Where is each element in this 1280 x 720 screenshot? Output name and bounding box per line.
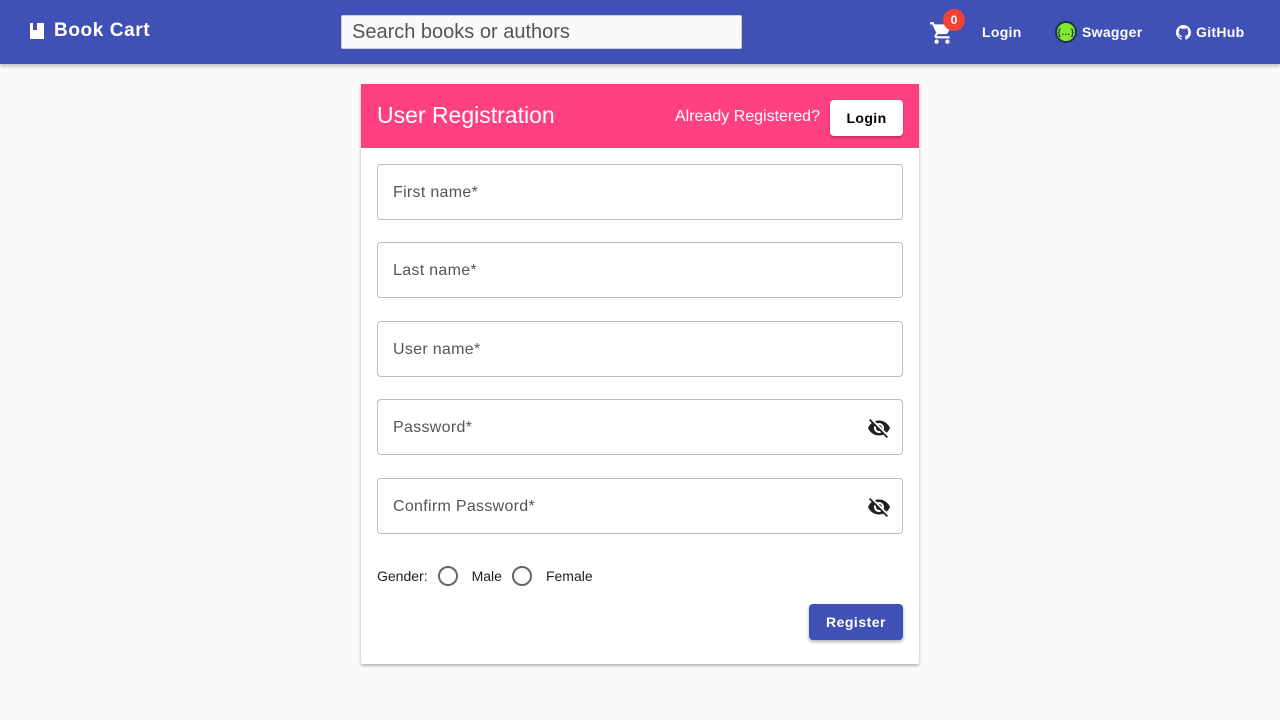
toolbar-login-button[interactable]: Login bbox=[982, 20, 1022, 44]
first-name-field[interactable]: First name* bbox=[377, 164, 903, 220]
registration-card: User Registration Already Registered? Lo… bbox=[361, 84, 919, 664]
confirm-password-field[interactable]: Confirm Password* bbox=[377, 478, 903, 534]
github-label: GitHub bbox=[1196, 24, 1245, 40]
already-registered-text: Already Registered? bbox=[675, 108, 820, 125]
user-name-label: User name* bbox=[393, 341, 481, 358]
radio-female-label[interactable]: Female bbox=[546, 568, 593, 584]
brand-title: Book Cart bbox=[54, 20, 151, 41]
radio-male[interactable] bbox=[437, 566, 458, 586]
github-icon bbox=[1176, 24, 1191, 40]
top-toolbar: Book Cart 0 Login {…} Swagger GitHub bbox=[0, 0, 1280, 64]
password-label: Password* bbox=[393, 419, 473, 436]
swagger-icon: {…} bbox=[1055, 21, 1077, 43]
github-button[interactable]: GitHub bbox=[1176, 20, 1244, 44]
confirm-password-label: Confirm Password* bbox=[393, 498, 536, 515]
visibility-off-icon[interactable] bbox=[867, 495, 891, 519]
brand-link[interactable]: Book Cart bbox=[30, 20, 150, 42]
book-icon bbox=[30, 23, 44, 39]
password-field[interactable]: Password* bbox=[377, 399, 903, 455]
swagger-label: Swagger bbox=[1082, 24, 1143, 40]
registration-header: User Registration Already Registered? Lo… bbox=[361, 84, 919, 148]
first-name-label: First name* bbox=[393, 184, 479, 201]
user-name-field[interactable]: User name* bbox=[377, 321, 903, 377]
toolbar-login-label: Login bbox=[982, 24, 1022, 40]
radio-female[interactable] bbox=[511, 566, 532, 586]
last-name-field[interactable]: Last name* bbox=[377, 242, 903, 298]
cart-count-badge: 0 bbox=[943, 9, 965, 31]
swagger-button[interactable]: {…} Swagger bbox=[1055, 20, 1142, 44]
gender-label: Gender: bbox=[377, 568, 428, 584]
radio-male-label[interactable]: Male bbox=[472, 568, 502, 584]
login-button[interactable]: Login bbox=[830, 100, 903, 136]
gender-radio-group: Gender: Male Female bbox=[377, 564, 603, 588]
visibility-off-icon[interactable] bbox=[867, 416, 891, 440]
search-input[interactable] bbox=[341, 15, 742, 49]
register-button[interactable]: Register bbox=[809, 604, 903, 640]
page-title: User Registration bbox=[377, 102, 555, 128]
last-name-label: Last name* bbox=[393, 262, 477, 279]
